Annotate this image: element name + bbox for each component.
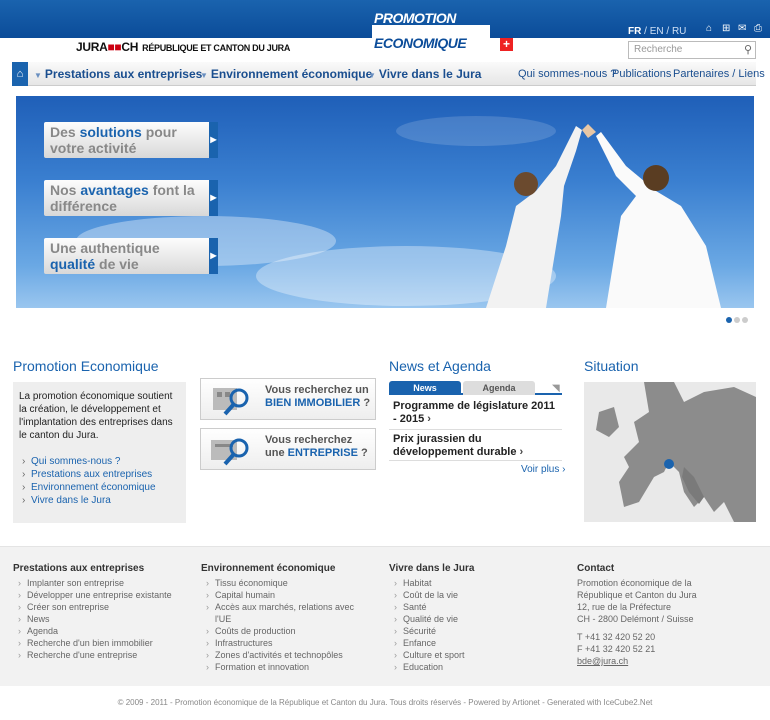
list-item[interactable]: Capital humain <box>201 589 371 601</box>
nav-link-partenaires[interactable]: Partenaires / Liens <box>673 68 765 80</box>
swiss-flag-icon: + <box>500 38 513 51</box>
list-item[interactable]: Santé <box>389 601 474 613</box>
nav-link-publications[interactable]: Publications <box>612 68 671 80</box>
tab-news[interactable]: News <box>389 381 461 395</box>
chevron-right-icon: ▶ <box>209 122 218 158</box>
hero-slide-solutions[interactable]: Des solutions pour votre activité ▶ <box>44 122 218 158</box>
list-item[interactable]: Vivre dans le Jura <box>19 494 180 507</box>
slider-dots <box>726 317 748 323</box>
copyright: © 2009 - 2011 - Promotion économique de … <box>117 698 653 707</box>
promo-logo-line3: ECONOMIQUE <box>374 35 467 51</box>
promotion-box: La promotion économique soutient la créa… <box>13 382 186 523</box>
slider-dot[interactable] <box>726 317 732 323</box>
promo-logo-line1: PROMOTION <box>374 10 456 26</box>
search-input[interactable]: Recherche ⚲ <box>628 41 756 59</box>
list-item[interactable]: Développer une entreprise existante <box>13 589 172 601</box>
footer-col-prestations: Prestations aux entreprises Implanter so… <box>13 563 172 661</box>
magnifier-company-icon <box>211 438 249 466</box>
tab-agenda[interactable]: Agenda <box>463 381 535 395</box>
chevron-right-icon: › <box>427 413 431 425</box>
footer-col-environnement: Environnement économique Tissu économiqu… <box>201 563 371 673</box>
list-item[interactable]: Créer son entreprise <box>13 601 172 613</box>
footer-col-vivre: Vivre dans le Jura Habitat Coût de la vi… <box>389 563 474 673</box>
list-item[interactable]: Education <box>389 661 474 673</box>
news-title: News et Agenda <box>389 358 491 374</box>
promotion-text: La promotion économique soutient la créa… <box>19 391 173 441</box>
nav-home-icon[interactable]: ⌂ <box>12 62 28 86</box>
main-nav: ⌂ ▼ Prestations aux entreprises ▼ Environn… <box>12 62 765 86</box>
switzerland-marker-icon <box>664 459 674 469</box>
chevron-right-icon: › <box>519 446 524 458</box>
search-icon[interactable]: ⚲ <box>744 43 752 56</box>
lang-ru[interactable]: RU <box>672 26 686 37</box>
chevron-down-icon: ▼ <box>200 71 208 80</box>
list-item[interactable]: Recherche d'une entreprise <box>13 649 172 661</box>
footer: Prestations aux entreprises Implanter so… <box>0 546 770 686</box>
rss-icon[interactable]: ◥ <box>552 383 560 394</box>
voir-plus-link[interactable]: Voir plus › <box>521 464 565 475</box>
footer-col-contact: Contact Promotion économique de la Répub… <box>577 563 697 667</box>
contact-fax: F +41 32 420 52 21 <box>577 644 656 654</box>
news-tabs: News Agenda <box>389 381 562 395</box>
news-item[interactable]: Programme de législature 2011 - 2015 › <box>389 400 562 430</box>
list-item[interactable]: Qui sommes-nous ? <box>19 455 180 468</box>
language-switcher: FR / EN / RU <box>628 26 687 37</box>
situation-title: Situation <box>584 358 639 374</box>
contact-address: Promotion économique de la République et… <box>577 578 697 667</box>
mail-icon[interactable]: ✉ <box>738 24 748 34</box>
nav-item-environnement[interactable]: ▼ Environnement économique <box>200 67 372 81</box>
top-icons: ⌂ ⊞ ✉ ⎙ <box>706 24 764 34</box>
list-item[interactable]: Enfance <box>389 637 474 649</box>
magnifier-building-icon <box>213 388 249 416</box>
chevron-right-icon: ▶ <box>209 238 218 274</box>
list-item[interactable]: Environnement économique <box>19 481 180 494</box>
promotion-logo[interactable]: PROMOTION PROMOTION ECONOMIQUE <box>372 11 490 53</box>
card-entreprise[interactable]: Vous recherchez une ENTREPRISE ? <box>200 428 376 470</box>
news-item[interactable]: Prix jurassien du développement durable … <box>389 433 562 461</box>
jura-logo-mark: ■■ <box>107 40 122 54</box>
list-item[interactable]: Tissu économique <box>201 577 371 589</box>
list-item[interactable]: Infrastructures <box>201 637 371 649</box>
card-bien-immobilier[interactable]: Vous recherchez un BIEN IMMOBILIER ? <box>200 378 376 420</box>
list-item[interactable]: Accès aux marchés, relations avec l'UE <box>201 601 371 625</box>
slider-dot[interactable] <box>742 317 748 323</box>
promotion-title: Promotion Economique <box>13 358 159 374</box>
nav-link-qui-sommes-nous[interactable]: Qui sommes-nous ? <box>518 68 616 80</box>
list-item[interactable]: Coût de la vie <box>389 589 474 601</box>
promotion-links: Qui sommes-nous ? Prestations aux entrep… <box>19 455 180 507</box>
lang-fr[interactable]: FR <box>628 26 641 37</box>
contact-email-link[interactable]: bde@jura.ch <box>577 655 697 667</box>
sitemap-icon[interactable]: ⊞ <box>722 24 732 34</box>
slider-dot[interactable] <box>734 317 740 323</box>
list-item[interactable]: Recherche d'un bien immobilier <box>13 637 172 649</box>
nav-item-vivre[interactable]: ▼ Vivre dans le Jura <box>368 67 481 81</box>
list-item[interactable]: Formation et innovation <box>201 661 371 673</box>
list-item[interactable]: Zones d'activités et technopôles <box>201 649 371 661</box>
nav-item-prestations[interactable]: ▼ Prestations aux entreprises <box>34 67 202 81</box>
home-icon[interactable]: ⌂ <box>706 24 716 34</box>
list-item[interactable]: Coûts de production <box>201 625 371 637</box>
chevron-down-icon: ▼ <box>34 71 42 80</box>
europe-map-image <box>596 382 756 522</box>
chevron-down-icon: ▼ <box>368 71 376 80</box>
list-item[interactable]: Habitat <box>389 577 474 589</box>
print-icon[interactable]: ⎙ <box>754 24 764 34</box>
list-item[interactable]: Prestations aux entreprises <box>19 468 180 481</box>
list-item[interactable]: Implanter son entreprise <box>13 577 172 589</box>
list-item[interactable]: Agenda <box>13 625 172 637</box>
list-item[interactable]: Qualité de vie <box>389 613 474 625</box>
chevron-right-icon: ▶ <box>209 180 218 216</box>
list-item[interactable]: Culture et sport <box>389 649 474 661</box>
hero-slide-avantages[interactable]: Nos avantages font la différence ▶ <box>44 180 218 216</box>
hero-slide-qualite[interactable]: Une authentique qualité de vie ▶ <box>44 238 218 274</box>
lang-en[interactable]: EN <box>650 26 664 37</box>
list-item[interactable]: News <box>13 613 172 625</box>
europe-map[interactable] <box>584 382 756 522</box>
list-item[interactable]: Sécurité <box>389 625 474 637</box>
jura-logo[interactable]: JURA■■CH RÉPUBLIQUE ET CANTON DU JURA <box>76 40 290 54</box>
contact-phone: T +41 32 420 52 20 <box>577 632 656 642</box>
